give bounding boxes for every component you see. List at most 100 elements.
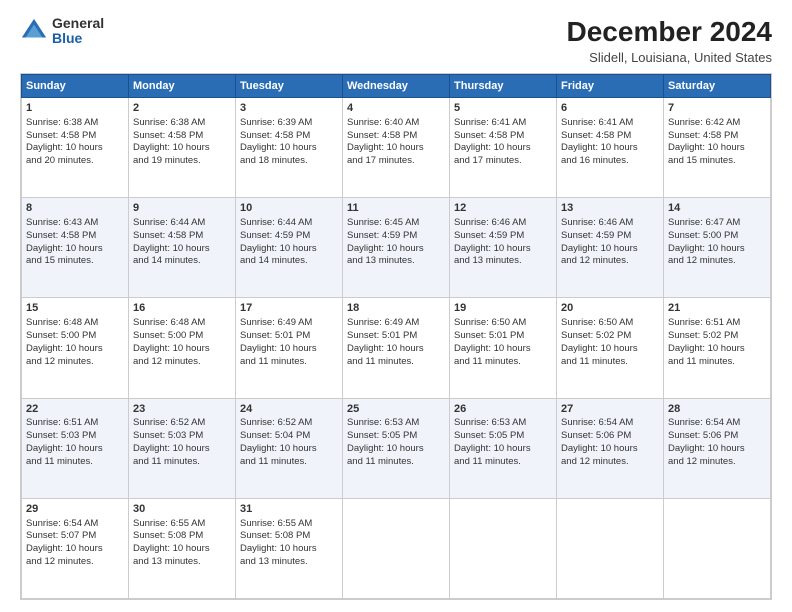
day-info: Sunset: 4:58 PM [347,130,445,143]
day-info: Sunset: 5:00 PM [668,230,766,243]
day-info: Sunset: 4:58 PM [454,130,552,143]
day-number: 27 [561,402,659,417]
day-info: Sunrise: 6:51 AM [668,317,766,330]
day-info: Sunset: 4:58 PM [26,230,124,243]
day-info: and 11 minutes. [454,456,552,469]
day-info: and 15 minutes. [668,155,766,168]
calendar-week-3: 15Sunrise: 6:48 AMSunset: 5:00 PMDayligh… [22,298,771,398]
col-thursday: Thursday [450,75,557,98]
day-info: Sunset: 4:58 PM [133,230,231,243]
day-info: Sunset: 5:06 PM [668,430,766,443]
day-info: and 12 minutes. [668,456,766,469]
day-info: Sunrise: 6:47 AM [668,217,766,230]
day-info: Daylight: 10 hours [454,343,552,356]
calendar-week-5: 29Sunrise: 6:54 AMSunset: 5:07 PMDayligh… [22,498,771,598]
calendar-cell: 9Sunrise: 6:44 AMSunset: 4:58 PMDaylight… [129,198,236,298]
day-info: Sunrise: 6:54 AM [561,417,659,430]
day-number: 16 [133,301,231,316]
day-number: 15 [26,301,124,316]
day-number: 3 [240,101,338,116]
day-info: and 11 minutes. [26,456,124,469]
page: General Blue December 2024 Slidell, Loui… [0,0,792,612]
logo-icon [20,17,48,45]
calendar-table: Sunday Monday Tuesday Wednesday Thursday… [21,74,771,599]
calendar-cell: 29Sunrise: 6:54 AMSunset: 5:07 PMDayligh… [22,498,129,598]
day-info: Sunrise: 6:43 AM [26,217,124,230]
day-info: Sunset: 5:07 PM [26,530,124,543]
day-info: Sunset: 5:04 PM [240,430,338,443]
day-info: and 20 minutes. [26,155,124,168]
day-info: Sunrise: 6:54 AM [26,518,124,531]
day-info: Daylight: 10 hours [240,243,338,256]
day-number: 21 [668,301,766,316]
day-number: 30 [133,502,231,517]
calendar-week-4: 22Sunrise: 6:51 AMSunset: 5:03 PMDayligh… [22,398,771,498]
day-info: Sunset: 5:01 PM [347,330,445,343]
day-info: Sunrise: 6:54 AM [668,417,766,430]
day-info: and 13 minutes. [454,255,552,268]
day-info: Sunrise: 6:42 AM [668,117,766,130]
day-info: and 11 minutes. [561,356,659,369]
calendar-cell: 22Sunrise: 6:51 AMSunset: 5:03 PMDayligh… [22,398,129,498]
day-info: Sunset: 4:58 PM [561,130,659,143]
col-wednesday: Wednesday [343,75,450,98]
day-info: Sunrise: 6:50 AM [454,317,552,330]
calendar-cell: 8Sunrise: 6:43 AMSunset: 4:58 PMDaylight… [22,198,129,298]
day-info: and 12 minutes. [26,556,124,569]
calendar-cell: 21Sunrise: 6:51 AMSunset: 5:02 PMDayligh… [664,298,771,398]
day-info: and 11 minutes. [240,456,338,469]
day-number: 19 [454,301,552,316]
day-number: 7 [668,101,766,116]
col-saturday: Saturday [664,75,771,98]
day-info: Daylight: 10 hours [347,243,445,256]
day-info: and 12 minutes. [561,255,659,268]
calendar-cell: 18Sunrise: 6:49 AMSunset: 5:01 PMDayligh… [343,298,450,398]
calendar-cell: 24Sunrise: 6:52 AMSunset: 5:04 PMDayligh… [236,398,343,498]
subtitle: Slidell, Louisiana, United States [567,50,772,65]
day-number: 26 [454,402,552,417]
calendar-cell [343,498,450,598]
day-info: and 12 minutes. [26,356,124,369]
calendar-cell: 25Sunrise: 6:53 AMSunset: 5:05 PMDayligh… [343,398,450,498]
calendar-cell: 17Sunrise: 6:49 AMSunset: 5:01 PMDayligh… [236,298,343,398]
day-info: Sunset: 4:58 PM [26,130,124,143]
day-number: 24 [240,402,338,417]
day-number: 22 [26,402,124,417]
day-info: and 17 minutes. [347,155,445,168]
day-info: Sunset: 5:05 PM [347,430,445,443]
day-info: Sunset: 4:59 PM [240,230,338,243]
calendar-cell: 19Sunrise: 6:50 AMSunset: 5:01 PMDayligh… [450,298,557,398]
day-number: 11 [347,201,445,216]
calendar-cell: 23Sunrise: 6:52 AMSunset: 5:03 PMDayligh… [129,398,236,498]
day-info: Daylight: 10 hours [454,142,552,155]
calendar-week-2: 8Sunrise: 6:43 AMSunset: 4:58 PMDaylight… [22,198,771,298]
calendar-cell: 26Sunrise: 6:53 AMSunset: 5:05 PMDayligh… [450,398,557,498]
day-info: Sunset: 5:01 PM [454,330,552,343]
col-friday: Friday [557,75,664,98]
day-info: Sunset: 5:03 PM [133,430,231,443]
day-number: 12 [454,201,552,216]
calendar-cell: 15Sunrise: 6:48 AMSunset: 5:00 PMDayligh… [22,298,129,398]
calendar-cell: 16Sunrise: 6:48 AMSunset: 5:00 PMDayligh… [129,298,236,398]
day-info: Daylight: 10 hours [347,142,445,155]
day-info: Sunrise: 6:51 AM [26,417,124,430]
day-info: Daylight: 10 hours [26,543,124,556]
day-info: Daylight: 10 hours [561,243,659,256]
calendar-cell: 28Sunrise: 6:54 AMSunset: 5:06 PMDayligh… [664,398,771,498]
day-info: and 16 minutes. [561,155,659,168]
day-info: Sunrise: 6:41 AM [561,117,659,130]
day-info: and 12 minutes. [561,456,659,469]
day-info: Sunrise: 6:41 AM [454,117,552,130]
calendar-cell: 3Sunrise: 6:39 AMSunset: 4:58 PMDaylight… [236,98,343,198]
day-number: 2 [133,101,231,116]
calendar: Sunday Monday Tuesday Wednesday Thursday… [20,73,772,600]
day-info: and 19 minutes. [133,155,231,168]
calendar-cell: 11Sunrise: 6:45 AMSunset: 4:59 PMDayligh… [343,198,450,298]
day-info: Sunset: 4:59 PM [561,230,659,243]
day-info: Sunset: 5:01 PM [240,330,338,343]
day-number: 31 [240,502,338,517]
day-info: Sunrise: 6:52 AM [240,417,338,430]
header-row: Sunday Monday Tuesday Wednesday Thursday… [22,75,771,98]
day-number: 25 [347,402,445,417]
calendar-cell: 20Sunrise: 6:50 AMSunset: 5:02 PMDayligh… [557,298,664,398]
